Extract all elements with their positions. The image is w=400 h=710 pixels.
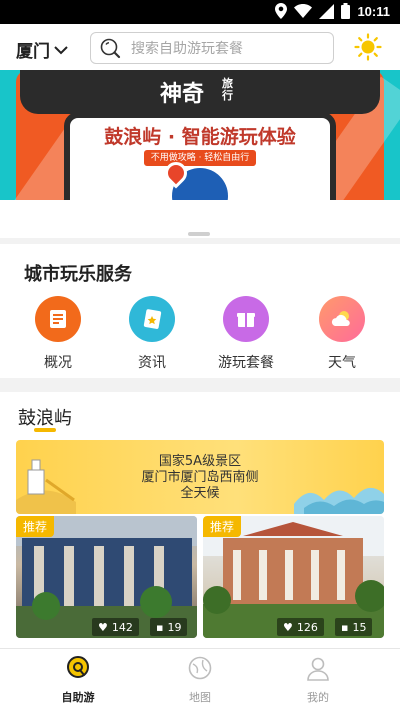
info-location: 厦门市厦门岛西南侧: [141, 470, 259, 485]
nav-label: 我的: [307, 691, 329, 704]
service-label: 天气: [328, 355, 356, 371]
services-title: 城市玩乐服务: [24, 264, 132, 285]
map-icon: [188, 656, 212, 680]
package-icon: [223, 296, 269, 342]
status-icons: 10:11: [275, 3, 390, 19]
service-overview[interactable]: 概况: [18, 296, 98, 372]
city-name: 厦门: [16, 42, 50, 62]
banner-brand-small: 旅行: [222, 77, 233, 102]
wifi-icon: [294, 4, 313, 18]
comments-value: 19: [167, 620, 182, 634]
title-underline: [34, 428, 56, 432]
banner-brand: 神奇: [160, 82, 205, 107]
service-news[interactable]: 资讯: [112, 296, 192, 372]
attraction-card[interactable]: 推荐 ♥ 142 ▪ 19: [16, 516, 197, 638]
likes-value: 126: [296, 620, 318, 634]
status-time: 10:11: [357, 3, 390, 19]
scenic-info-card[interactable]: 国家5A级景区 厦门市厦门岛西南侧 全天候: [16, 440, 384, 514]
nav-self-tour[interactable]: 自助游: [38, 655, 118, 705]
comments-count: ▪ 19: [150, 618, 188, 636]
likes-count: ♥ 126: [277, 618, 324, 636]
nav-map[interactable]: 地图: [160, 655, 240, 705]
search-input[interactable]: 搜索自助游玩套餐: [90, 32, 334, 64]
city-selector[interactable]: 厦门: [16, 37, 68, 62]
comments-value: 15: [352, 620, 367, 634]
service-label: 概况: [44, 355, 72, 371]
chevron-down-icon: [54, 45, 68, 54]
overview-icon: [35, 296, 81, 342]
weather-button[interactable]: [354, 33, 382, 65]
search-icon: [100, 38, 121, 59]
heart-icon: ♥: [283, 620, 293, 634]
service-package[interactable]: 游玩套餐: [206, 296, 286, 372]
banner-title: 鼓浪屿 · 智能游玩体验: [104, 126, 296, 148]
comment-icon: ▪: [156, 620, 164, 634]
service-label: 资讯: [138, 355, 166, 371]
news-icon: [129, 296, 175, 342]
nav-label: 地图: [189, 691, 211, 704]
service-label: 游玩套餐: [218, 355, 274, 371]
info-hours: 全天候: [180, 486, 220, 501]
section-title: 鼓浪屿: [18, 408, 72, 429]
banner-indicator-area: [0, 200, 400, 238]
status-bar: 10:11: [0, 0, 400, 24]
sun-icon: [354, 33, 382, 61]
battery-icon: [341, 3, 351, 19]
profile-icon: [307, 657, 329, 681]
carousel-indicator: [188, 232, 210, 236]
location-icon: [275, 3, 288, 19]
gulangyu-section: 鼓浪屿 国家5A级景区 厦门市厦门岛西南侧 全天候 推荐 ♥ 142 ▪ 19 …: [0, 392, 400, 648]
nav-profile[interactable]: 我的: [278, 655, 358, 705]
comments-count: ▪ 15: [335, 618, 373, 636]
signal-icon: [319, 3, 335, 19]
header: 厦门 搜索自助游玩套餐: [0, 24, 400, 70]
self-tour-icon: [67, 656, 89, 678]
nav-label: 自助游: [61, 691, 95, 704]
search-placeholder: 搜索自助游玩套餐: [131, 41, 243, 57]
promo-banner[interactable]: 神奇 旅行 鼓浪屿 · 智能游玩体验 不用做攻略 · 轻松自由行: [0, 70, 400, 200]
banner-tagline: 不用做攻略 · 轻松自由行: [144, 150, 256, 166]
recommend-badge: 推荐: [203, 516, 242, 537]
info-lines: 国家5A级景区 厦门市厦门岛西南侧 全天候: [16, 454, 384, 502]
city-services: 城市玩乐服务 概况 资讯 游玩套餐 天气: [0, 244, 400, 378]
attraction-card[interactable]: 推荐 ♥ 126 ▪ 15: [203, 516, 384, 638]
service-weather[interactable]: 天气: [302, 296, 382, 372]
recommend-badge: 推荐: [16, 516, 55, 537]
heart-icon: ♥: [98, 620, 108, 634]
likes-count: ♥ 142: [92, 618, 139, 636]
comment-icon: ▪: [341, 620, 349, 634]
weather-icon: [319, 296, 365, 342]
bottom-nav: 自助游 地图 我的: [0, 648, 400, 710]
likes-value: 142: [111, 620, 133, 634]
info-rating: 国家5A级景区: [158, 454, 242, 469]
